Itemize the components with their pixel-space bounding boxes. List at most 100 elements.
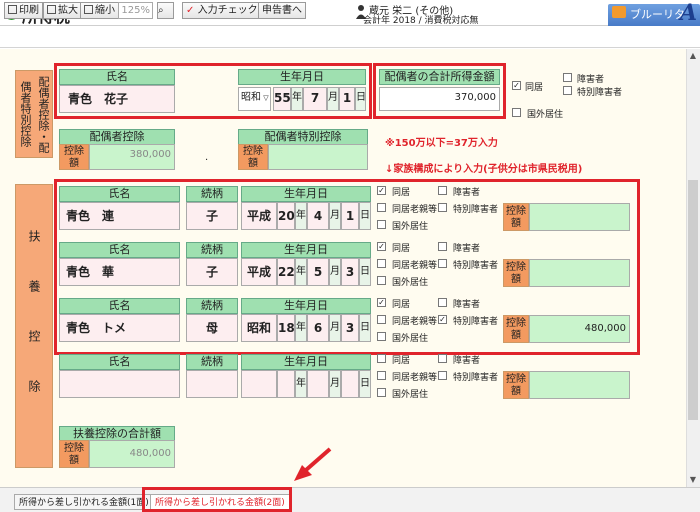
dep-era-field[interactable]: 平成 [241, 258, 277, 286]
dep-day-field[interactable] [341, 370, 359, 398]
dep-era-field[interactable]: 昭和 [241, 314, 277, 342]
zoom-level[interactable]: 125% [118, 2, 153, 19]
dep-era-field[interactable] [241, 370, 277, 398]
dep-rel-field[interactable]: 子 [186, 258, 238, 286]
dep-year-field[interactable]: 22 [277, 258, 295, 286]
dep-day-field[interactable]: 3 [341, 314, 359, 342]
dep-day-field[interactable]: 3 [341, 258, 359, 286]
toolbar [0, 26, 700, 48]
spouse-dohkyo-checkbox[interactable]: ✓ [512, 81, 521, 90]
spouse-section-label: 配偶者控除・配偶者特別控除 [15, 70, 53, 158]
dep-rokyo-checkbox[interactable] [377, 259, 386, 268]
print-button[interactable]: 印刷 [4, 2, 43, 19]
spouse-kokugai-checkbox[interactable] [512, 108, 521, 117]
red-arrow-icon [294, 447, 332, 481]
dep-tokubetsu-label: 特別障害者 [453, 373, 499, 383]
dep-deduction-sub: 控除額 [503, 371, 529, 399]
dep-rel-label: 続柄 [186, 354, 238, 370]
day-unit: 日 [359, 370, 371, 398]
magnifier-icon: ⌕ [158, 5, 164, 16]
dep-amount-field [529, 203, 630, 231]
dep-birth-label: 生年月日 [241, 186, 371, 202]
dep-shogaisha-checkbox[interactable] [438, 354, 447, 363]
zoom-out-icon [84, 5, 93, 14]
dep-rel-field[interactable]: 母 [186, 314, 238, 342]
dep-shogaisha-label: 障害者 [453, 356, 481, 366]
checkmark-icon: ✓ [186, 5, 195, 16]
dep-name-field[interactable]: 青色 華 [59, 258, 180, 286]
dep-era-field[interactable]: 平成 [241, 202, 277, 230]
dot-mark: . [205, 152, 209, 163]
dep-tokubetsu-checkbox[interactable] [438, 203, 447, 212]
month-unit: 月 [329, 314, 341, 342]
dep-dohkyo-checkbox[interactable]: ✓ [377, 186, 386, 195]
dep-shogaisha-checkbox[interactable] [438, 298, 447, 307]
dep-kokugai-label: 国外居住 [392, 278, 429, 288]
dep-dohkyo-label: 同居 [392, 356, 411, 366]
spouse-tokubetsu-checkbox[interactable] [563, 86, 572, 95]
dep-kokugai-checkbox[interactable] [377, 276, 386, 285]
tab-highlight [142, 487, 292, 512]
dep-year-field[interactable] [277, 370, 295, 398]
scroll-up-icon[interactable]: ▲ [688, 51, 698, 61]
total-sub-label: 控除額 [59, 440, 89, 468]
scroll-thumb[interactable] [688, 180, 698, 420]
zoom-in-button[interactable]: 拡大 [43, 2, 82, 19]
dep-rel-field[interactable] [186, 370, 238, 398]
month-unit: 月 [329, 202, 341, 230]
dep-name-field[interactable]: 青色 トメ [59, 314, 180, 342]
spouse-tokubetsu-label: 特別障害者 [577, 88, 623, 98]
dep-dohkyo-label: 同居 [392, 188, 411, 198]
dep-name-field[interactable] [59, 370, 180, 398]
day-unit: 日 [359, 202, 371, 230]
dep-kokugai-checkbox[interactable] [377, 388, 386, 397]
dep-dohkyo-label: 同居 [392, 244, 411, 254]
dep-tokubetsu-checkbox[interactable] [438, 371, 447, 380]
input-check-button[interactable]: ✓ 入力チェック [182, 2, 262, 19]
dep-month-field[interactable]: 5 [307, 258, 329, 286]
dep-dohkyo-checkbox[interactable]: ✓ [377, 298, 386, 307]
special-sub-label: 控除額 [238, 144, 268, 170]
dep-month-field[interactable]: 6 [307, 314, 329, 342]
dep-year-field[interactable]: 20 [277, 202, 295, 230]
dep-rokyo-checkbox[interactable] [377, 371, 386, 380]
dep-birth-label: 生年月日 [241, 354, 371, 370]
to-return-button[interactable]: 申告書へ [258, 2, 306, 19]
scroll-down-icon[interactable]: ▼ [688, 475, 698, 485]
dep-dohkyo-checkbox[interactable]: ✓ [377, 242, 386, 251]
dep-dohkyo-checkbox[interactable] [377, 354, 386, 363]
dep-year-field[interactable]: 18 [277, 314, 295, 342]
dep-kokugai-checkbox[interactable] [377, 332, 386, 341]
dep-month-field[interactable]: 4 [307, 202, 329, 230]
spouse-shogaisha-checkbox[interactable] [563, 73, 572, 82]
dep-rel-label: 続柄 [186, 298, 238, 314]
dep-name-label: 氏名 [59, 354, 180, 370]
dep-tokubetsu-checkbox[interactable]: ✓ [438, 315, 447, 324]
dep-rokyo-checkbox[interactable] [377, 315, 386, 324]
dep-amount-field: 480,000 [529, 315, 630, 343]
dep-kokugai-checkbox[interactable] [377, 220, 386, 229]
year-unit: 年 [295, 258, 307, 286]
dep-deduction-sub: 控除額 [503, 259, 529, 287]
dep-rokyo-checkbox[interactable] [377, 203, 386, 212]
dep-rel-field[interactable]: 子 [186, 202, 238, 230]
dep-shogaisha-checkbox[interactable] [438, 242, 447, 251]
dep-rokyo-label: 同居老親等 [392, 373, 438, 383]
dep-name-label: 氏名 [59, 242, 180, 258]
tab-page-1[interactable]: 所得から差し引かれる金額(1面) [14, 494, 154, 510]
zoom-out-button[interactable]: 縮小 [80, 2, 119, 19]
dep-month-field[interactable] [307, 370, 329, 398]
dep-deduction-sub: 控除額 [503, 203, 529, 231]
dep-day-field[interactable]: 1 [341, 202, 359, 230]
year-unit: 年 [295, 314, 307, 342]
year-unit: 年 [295, 370, 307, 398]
dep-tokubetsu-checkbox[interactable] [438, 259, 447, 268]
dep-amount-field [529, 371, 630, 399]
zoom-reset-button[interactable]: ⌕ [157, 2, 174, 19]
dep-name-field[interactable]: 青色 連 [59, 202, 180, 230]
dep-kokugai-label: 国外居住 [392, 222, 429, 232]
spouse-kokugai-label: 国外居住 [527, 110, 564, 120]
dep-amount-field [529, 259, 630, 287]
dep-shogaisha-checkbox[interactable] [438, 186, 447, 195]
month-unit: 月 [329, 258, 341, 286]
